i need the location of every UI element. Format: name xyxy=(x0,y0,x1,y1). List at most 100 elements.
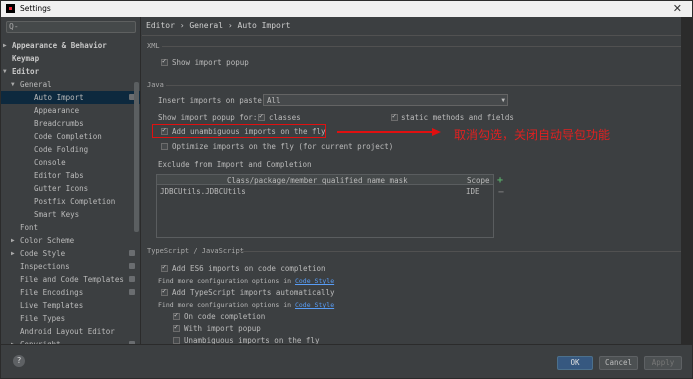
sidebar-item[interactable]: ▼ General xyxy=(1,78,140,91)
search-input[interactable]: Q- xyxy=(6,21,136,33)
sidebar-item[interactable]: Inspections xyxy=(1,260,140,273)
static-methods-checkbox[interactable] xyxy=(391,112,398,121)
app-icon xyxy=(6,4,15,13)
xml-section-title: XML xyxy=(147,42,160,50)
sidebar-item[interactable]: ▶ Appearance & Behavior xyxy=(1,39,140,52)
more-config-text: Find more configuration options in Code … xyxy=(158,301,335,309)
divider xyxy=(238,251,682,252)
on-completion-checkbox[interactable] xyxy=(173,311,180,320)
annotation-arrow xyxy=(337,131,437,133)
sidebar-item-label: Gutter Icons xyxy=(34,184,89,193)
java-section-title: Java xyxy=(147,81,164,89)
sidebar-item[interactable]: File and Code Templates xyxy=(1,273,140,286)
sidebar-item-label: Android Layout Editor xyxy=(20,327,115,336)
sidebar-item-label: Inspections xyxy=(20,262,70,271)
with-popup-checkbox[interactable] xyxy=(173,323,180,332)
add-unambiguous-checkbox[interactable] xyxy=(161,126,168,135)
sidebar-item[interactable]: Postfix Completion xyxy=(1,195,140,208)
insert-imports-value: All xyxy=(267,96,281,105)
sidebar-item[interactable]: Editor Tabs xyxy=(1,169,140,182)
sidebar-item-label: Appearance & Behavior xyxy=(12,41,107,50)
chevron-down-icon[interactable]: ▼ xyxy=(11,78,15,91)
close-icon[interactable]: ✕ xyxy=(673,2,682,15)
column-header-scope: Scope xyxy=(467,176,490,185)
insert-imports-label: Insert imports on paste: xyxy=(158,96,267,105)
xml-show-popup-checkbox[interactable] xyxy=(161,57,168,66)
code-style-link[interactable]: Code Style xyxy=(295,301,334,309)
sidebar-item-label: Smart Keys xyxy=(34,210,80,219)
sidebar-scrollbar[interactable] xyxy=(134,82,139,232)
unambiguous-checkbox[interactable] xyxy=(173,337,180,344)
table-row[interactable]: JDBCUtils.JDBCUtils IDE xyxy=(157,186,493,196)
sidebar-item-label: Color Scheme xyxy=(20,236,75,245)
sidebar-item-label: Editor xyxy=(12,67,40,76)
sidebar-item[interactable]: Keymap xyxy=(1,52,140,65)
sidebar-item[interactable]: ▶ Color Scheme xyxy=(1,234,140,247)
add-icon[interactable]: + xyxy=(497,175,503,186)
title-bar: Settings ✕ xyxy=(1,1,692,17)
sidebar-item-label: Keymap xyxy=(12,54,40,63)
add-es6-checkbox[interactable] xyxy=(161,263,168,272)
sidebar-item[interactable]: Code Folding xyxy=(1,143,140,156)
sidebar-item-label: Console xyxy=(34,158,66,167)
cancel-button[interactable]: Cancel xyxy=(599,356,638,370)
row-scope[interactable]: IDE xyxy=(466,187,480,196)
sidebar-item-label: Code Folding xyxy=(34,145,89,154)
sidebar-item[interactable]: ▼ Editor xyxy=(1,65,140,78)
arrow-head-icon xyxy=(432,128,441,136)
exclude-table: Class/package/member qualified name mask… xyxy=(156,174,494,238)
sidebar-item[interactable]: Android Layout Editor xyxy=(1,325,140,338)
add-ts-checkbox[interactable] xyxy=(161,287,168,296)
help-icon[interactable]: ? xyxy=(13,355,25,367)
sidebar-item-label: Font xyxy=(20,223,39,232)
sidebar-item[interactable]: Code Completion xyxy=(1,130,140,143)
chevron-right-icon[interactable]: ▶ xyxy=(11,247,15,260)
add-unambiguous-label: Add unambiguous imports on the fly xyxy=(172,127,326,136)
more-config-text: Find more configuration options in Code … xyxy=(158,277,335,285)
add-ts-label: Add TypeScript imports automatically xyxy=(172,288,335,297)
project-scope-icon xyxy=(129,289,135,295)
ok-button[interactable]: OK xyxy=(557,356,593,370)
sidebar-item[interactable]: Smart Keys xyxy=(1,208,140,221)
editor-edge xyxy=(681,17,692,344)
sidebar-item[interactable]: File Encodings xyxy=(1,286,140,299)
sidebar-item-label: Code Style xyxy=(20,249,66,258)
sidebar-item[interactable]: Gutter Icons xyxy=(1,182,140,195)
chevron-down-icon[interactable]: ▼ xyxy=(3,65,7,78)
chevron-down-icon: ▼ xyxy=(501,97,505,104)
project-scope-icon xyxy=(129,250,135,256)
sidebar-item[interactable]: File Types xyxy=(1,312,140,325)
chevron-right-icon[interactable]: ▶ xyxy=(3,39,7,52)
sidebar-item[interactable]: Breadcrumbs xyxy=(1,117,140,130)
sidebar-item[interactable]: Font xyxy=(1,221,140,234)
show-popup-for-label: Show import popup for: xyxy=(158,113,258,122)
sidebar-item-label: File Encodings xyxy=(20,288,84,297)
divider xyxy=(166,85,682,86)
sidebar-item-label: File Types xyxy=(20,314,66,323)
project-scope-icon xyxy=(129,263,135,269)
optimize-imports-checkbox[interactable] xyxy=(161,143,168,150)
sidebar-item-label: File and Code Templates xyxy=(20,275,124,284)
chevron-right-icon[interactable]: ▶ xyxy=(11,234,15,247)
sidebar-item-label: General xyxy=(20,80,52,89)
optimize-imports-label: Optimize imports on the fly (for current… xyxy=(172,142,394,151)
search-icon: Q- xyxy=(9,22,19,31)
sidebar-item[interactable]: Auto Import xyxy=(1,91,140,104)
project-scope-icon xyxy=(129,276,135,282)
sidebar-item[interactable]: ▶ Code Style xyxy=(1,247,140,260)
annotation-text: 取消勾选，关闭自动导包功能 xyxy=(454,128,611,142)
apply-button[interactable]: Apply xyxy=(644,356,682,370)
code-style-link[interactable]: Code Style xyxy=(295,277,334,285)
ts-section-title: TypeScript / JavaScript xyxy=(147,247,244,255)
sidebar-item[interactable]: Console xyxy=(1,156,140,169)
static-methods-label: static methods and fields xyxy=(401,113,514,122)
sidebar-item[interactable]: Live Templates xyxy=(1,299,140,312)
classes-checkbox[interactable] xyxy=(258,112,265,121)
insert-imports-select[interactable]: All ▼ xyxy=(263,94,508,106)
sidebar-item-label: Code Completion xyxy=(34,132,102,141)
sidebar-item-label: Editor Tabs xyxy=(34,171,84,180)
sidebar-item[interactable]: Appearance xyxy=(1,104,140,117)
with-popup-label: With import popup xyxy=(184,324,261,333)
xml-show-popup-label: Show import popup xyxy=(172,58,249,67)
remove-icon[interactable]: − xyxy=(498,187,504,198)
